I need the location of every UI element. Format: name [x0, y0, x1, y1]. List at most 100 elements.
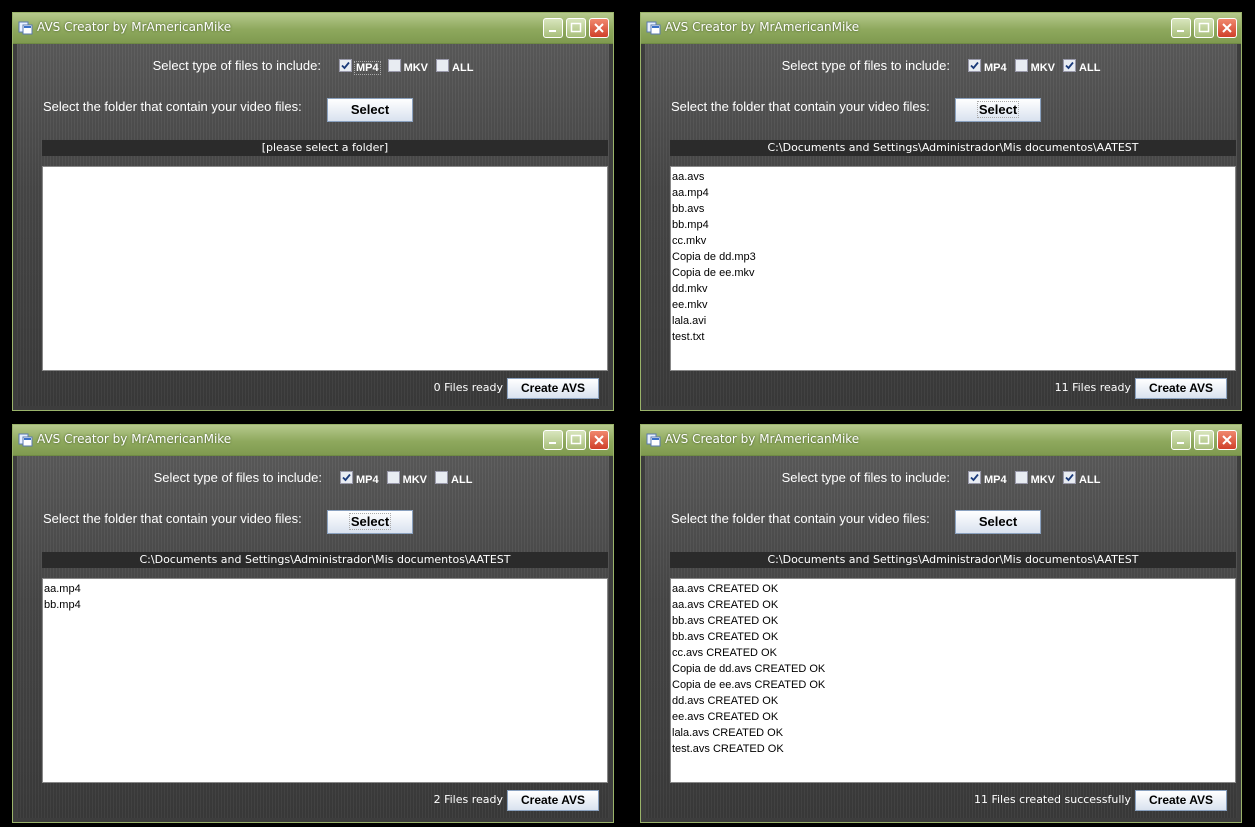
- checkbox-box[interactable]: [387, 59, 401, 73]
- list-item[interactable]: bb.mp4: [672, 217, 1234, 233]
- list-item[interactable]: test.avs CREATED OK: [672, 741, 1234, 757]
- close-icon: [594, 435, 604, 445]
- close-button[interactable]: [1217, 430, 1237, 450]
- list-item[interactable]: test.txt: [672, 329, 1234, 345]
- folder-label: Select the folder that contain your vide…: [671, 511, 930, 526]
- file-list[interactable]: [42, 166, 608, 371]
- status-text: 0 Files ready: [433, 381, 503, 394]
- checkbox-label: ALL: [1079, 474, 1101, 487]
- create-avs-button[interactable]: Create AVS: [1135, 790, 1227, 811]
- checkbox-label: ALL: [452, 62, 474, 75]
- checkbox-mkv[interactable]: MKV: [1014, 59, 1055, 74]
- file-type-label: Select type of files to include:: [152, 58, 321, 73]
- list-item[interactable]: bb.mp4: [44, 597, 606, 613]
- folder-path: C:\Documents and Settings\Administrador\…: [670, 140, 1236, 156]
- maximize-button[interactable]: [566, 430, 586, 450]
- checkbox-mp4[interactable]: MP4: [339, 471, 379, 487]
- checkbox-mp4[interactable]: MP4: [967, 59, 1007, 75]
- checkbox-box[interactable]: [1063, 59, 1077, 73]
- minimize-button[interactable]: [1171, 18, 1191, 38]
- list-item[interactable]: bb.avs CREATED OK: [672, 613, 1234, 629]
- checkbox-label: MKV: [403, 62, 429, 75]
- select-folder-button[interactable]: Select: [327, 510, 413, 534]
- checkbox-box[interactable]: [1014, 471, 1028, 485]
- app-window: AVS Creator by MrAmericanMike Select typ…: [640, 12, 1242, 411]
- checkbox-label: MP4: [983, 62, 1007, 75]
- app-icon: [18, 433, 33, 447]
- close-button[interactable]: [1217, 18, 1237, 38]
- list-item[interactable]: aa.mp4: [44, 581, 606, 597]
- checkbox-mkv[interactable]: MKV: [387, 59, 429, 75]
- maximize-button[interactable]: [1194, 430, 1214, 450]
- title-bar[interactable]: AVS Creator by MrAmericanMike: [13, 425, 613, 456]
- checkbox-mkv[interactable]: MKV: [1014, 471, 1055, 486]
- checkbox-box[interactable]: [436, 59, 450, 73]
- folder-label: Select the folder that contain your vide…: [43, 511, 302, 526]
- list-item[interactable]: aa.avs CREATED OK: [672, 597, 1234, 613]
- list-item[interactable]: bb.avs: [672, 201, 1234, 217]
- file-list[interactable]: aa.avs aa.mp4 bb.avs bb.mp4 cc.mkv Copia de d…: [670, 166, 1236, 371]
- select-folder-button[interactable]: Select: [327, 98, 413, 122]
- checkbox-box[interactable]: [435, 471, 449, 485]
- checkbox-all[interactable]: ALL: [435, 471, 472, 486]
- list-item[interactable]: dd.avs CREATED OK: [672, 693, 1234, 709]
- close-button[interactable]: [589, 430, 609, 450]
- list-item[interactable]: lala.avi: [672, 313, 1234, 329]
- create-avs-button[interactable]: Create AVS: [1135, 378, 1227, 399]
- file-list[interactable]: aa.mp4 bb.mp4: [42, 578, 608, 783]
- list-item[interactable]: lala.avs CREATED OK: [672, 725, 1234, 741]
- list-item[interactable]: Copia de ee.avs CREATED OK: [672, 677, 1234, 693]
- checkbox-mp4[interactable]: MP4: [967, 471, 1007, 486]
- checkbox-all[interactable]: ALL: [1063, 471, 1100, 486]
- list-item[interactable]: aa.mp4: [672, 185, 1234, 201]
- checkbox-all[interactable]: ALL: [436, 59, 473, 74]
- list-item[interactable]: dd.mkv: [672, 281, 1234, 297]
- checkbox-mp4[interactable]: MP4: [338, 59, 381, 76]
- checkbox-box[interactable]: [338, 59, 352, 73]
- list-item[interactable]: ee.avs CREATED OK: [672, 709, 1234, 725]
- list-item[interactable]: Copia de ee.mkv: [672, 265, 1234, 281]
- list-item[interactable]: bb.avs CREATED OK: [672, 629, 1234, 645]
- select-folder-button[interactable]: Select: [955, 510, 1041, 534]
- window-body: Select type of files to include: MP4 MKV AL…: [17, 44, 609, 406]
- close-button[interactable]: [589, 18, 609, 38]
- list-item[interactable]: aa.avs CREATED OK: [672, 581, 1234, 597]
- title-bar[interactable]: AVS Creator by MrAmericanMike: [641, 13, 1241, 44]
- minimize-button[interactable]: [543, 18, 563, 38]
- select-button-label: Select: [350, 102, 390, 117]
- maximize-button[interactable]: [1194, 18, 1214, 38]
- checkbox-box[interactable]: [967, 59, 981, 73]
- minimize-icon: [549, 30, 556, 32]
- list-item[interactable]: Copia de dd.avs CREATED OK: [672, 661, 1234, 677]
- file-type-label: Select type of files to include:: [153, 470, 322, 485]
- title-bar[interactable]: AVS Creator by MrAmericanMike: [13, 13, 613, 44]
- select-folder-button[interactable]: Select: [955, 98, 1041, 122]
- list-item[interactable]: ee.mkv: [672, 297, 1234, 313]
- checkbox-box[interactable]: [1063, 471, 1077, 485]
- file-list[interactable]: aa.avs CREATED OK aa.avs CREATED OK bb.avs…: [670, 578, 1236, 783]
- checkbox-box[interactable]: [967, 471, 981, 485]
- title-bar[interactable]: AVS Creator by MrAmericanMike: [641, 425, 1241, 456]
- status-text: 11 Files created successfully: [973, 793, 1131, 806]
- minimize-button[interactable]: [543, 430, 563, 450]
- list-item[interactable]: cc.avs CREATED OK: [672, 645, 1234, 661]
- create-avs-button[interactable]: Create AVS: [507, 378, 599, 399]
- checkbox-box[interactable]: [339, 471, 353, 485]
- list-item[interactable]: aa.avs: [672, 169, 1234, 185]
- minimize-icon: [1177, 30, 1184, 32]
- checkbox-all[interactable]: ALL: [1063, 59, 1100, 74]
- app-window: AVS Creator by MrAmericanMike Select typ…: [640, 424, 1242, 823]
- file-type-row: Select type of files to include: MP4 MKV AL…: [17, 58, 609, 76]
- create-avs-button[interactable]: Create AVS: [507, 790, 599, 811]
- checkbox-box[interactable]: [386, 471, 400, 485]
- minimize-button[interactable]: [1171, 430, 1191, 450]
- app-window: AVS Creator by MrAmericanMike Select typ…: [12, 424, 614, 823]
- checkbox-label: ALL: [451, 474, 473, 487]
- maximize-button[interactable]: [566, 18, 586, 38]
- checkbox-mkv[interactable]: MKV: [386, 471, 427, 486]
- list-item[interactable]: Copia de dd.mp3: [672, 249, 1234, 265]
- checkbox-box[interactable]: [1014, 59, 1028, 73]
- checkbox-label: MP4: [355, 474, 379, 487]
- list-item[interactable]: cc.mkv: [672, 233, 1234, 249]
- window-body: Select type of files to include: MP4 MKV AL…: [17, 456, 609, 818]
